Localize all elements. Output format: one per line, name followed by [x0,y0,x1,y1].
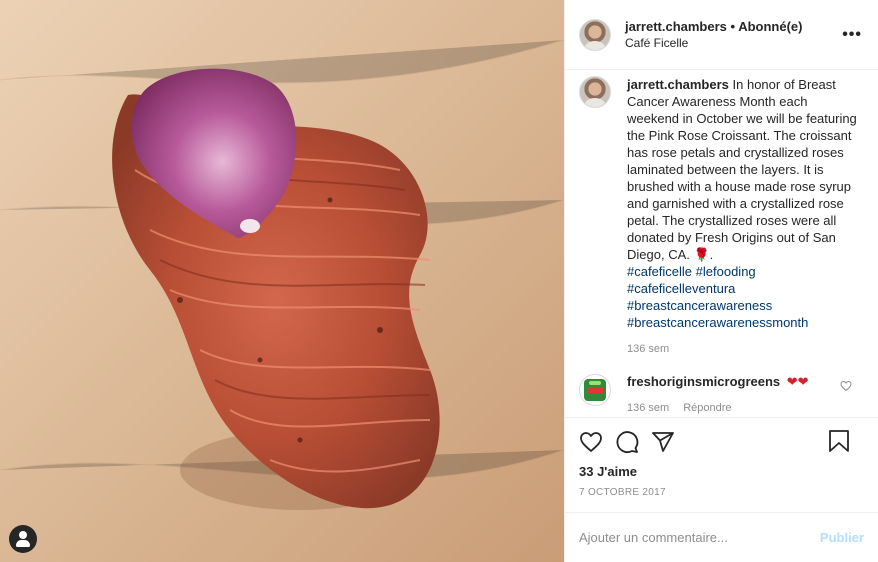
caption-text: In honor of Breast Cancer Awareness Mont… [627,77,857,262]
post-location[interactable]: Café Ficelle [625,35,802,51]
instagram-post: jarrett.chambers • Abonné(e) Café Ficell… [0,0,878,562]
like-count[interactable]: 33 J'aime [579,464,864,479]
author-avatar[interactable] [579,18,611,51]
hashtag-link[interactable]: #breastcancerawareness [627,297,857,314]
add-comment-bar: Publier [565,512,878,562]
heart-icon[interactable] [579,430,603,454]
reply-button[interactable]: Répondre [683,402,731,414]
publish-button[interactable]: Publier [820,530,864,545]
croissant-image [0,0,564,562]
bookmark-icon[interactable] [828,429,850,453]
hashtag-link[interactable]: #breastcancerawarenessmonth [627,314,857,331]
post-actions: 33 J'aime 7 octobre 2017 [565,417,878,512]
comment-text: ❤❤ [786,374,809,389]
hashtag-link[interactable]: #cafeficelleventura [627,280,857,297]
post-photo[interactable] [0,0,564,562]
post-date[interactable]: 7 octobre 2017 [579,487,864,498]
caption-username[interactable]: jarrett.chambers [627,77,729,92]
hashtag-list: #cafeficelle #lefooding #cafeficellevent… [627,263,857,331]
comment-item: freshoriginsmicrogreens ❤❤ 136 sem Répond… [579,374,864,414]
comment-body: freshoriginsmicrogreens ❤❤ 136 sem Répond… [627,374,809,414]
post-sidebar: jarrett.chambers • Abonné(e) Café Ficell… [564,0,878,562]
post-header: jarrett.chambers • Abonné(e) Café Ficell… [565,0,878,70]
hashtag-link[interactable]: #cafeficelle #lefooding [627,263,857,280]
commenter-avatar[interactable] [579,374,611,406]
comment-input[interactable] [579,530,812,545]
caption-text-block: jarrett.chambers In honor of Breast Canc… [627,76,857,358]
caption-avatar[interactable] [579,76,611,108]
user-tag-icon[interactable] [9,525,37,553]
header-separator: • [726,18,739,34]
caption-timestamp[interactable]: 136 sem [627,341,857,358]
action-icons [579,428,864,456]
follow-status[interactable]: Abonné(e) [738,19,802,34]
caption: jarrett.chambers In honor of Breast Canc… [579,76,864,358]
comment-meta: 136 sem Répondre [627,402,809,414]
share-icon[interactable] [651,430,675,454]
comment-icon[interactable] [615,430,639,454]
author-username[interactable]: jarrett.chambers [625,19,727,34]
comments-section[interactable]: jarrett.chambers In honor of Breast Canc… [565,70,878,417]
comment-timestamp[interactable]: 136 sem [627,402,669,414]
more-options-icon[interactable]: ••• [842,26,862,44]
author-meta: jarrett.chambers • Abonné(e) Café Ficell… [625,19,802,51]
comment-like-icon[interactable] [840,380,852,392]
commenter-username[interactable]: freshoriginsmicrogreens [627,374,780,389]
